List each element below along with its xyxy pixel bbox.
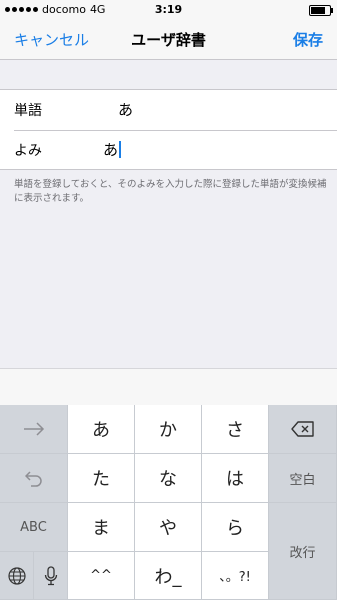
globe-key[interactable]	[0, 552, 34, 600]
kana-key-ka[interactable]: か	[135, 405, 202, 454]
punctuation-key[interactable]: 、。?!	[202, 552, 269, 600]
undo-key[interactable]	[0, 454, 68, 503]
undo-icon	[24, 469, 43, 487]
space-key[interactable]: 空白	[269, 454, 337, 503]
help-text: 単語を登録しておくと、そのよみを入力した際に登録した単語が変換候補に表示されます…	[14, 179, 327, 204]
kana-key-ma[interactable]: ま	[68, 503, 135, 552]
kana-key-wa[interactable]: わ_	[135, 552, 202, 600]
abc-mode-key[interactable]: ABC	[0, 503, 68, 552]
reading-row[interactable]: よみ あ	[0, 130, 337, 170]
page-title: ユーザ辞書	[131, 31, 206, 49]
globe-icon	[7, 566, 26, 585]
dictionary-entry-form: 単語 あ よみ あ	[0, 89, 337, 170]
keyboard-accessory-bar	[0, 368, 337, 405]
save-button[interactable]: 保存	[293, 29, 323, 50]
reading-field-value: あ	[103, 141, 119, 159]
kana-key-ha[interactable]: は	[202, 454, 269, 503]
next-candidate-key[interactable]	[0, 405, 68, 454]
kaomoji-key[interactable]: ^^	[68, 552, 135, 600]
reading-label: よみ	[14, 143, 42, 159]
delete-key[interactable]	[269, 405, 337, 454]
dictation-key[interactable]	[34, 552, 68, 600]
kana-key-a[interactable]: あ	[68, 405, 135, 454]
microphone-icon	[44, 565, 58, 586]
kana-key-ya[interactable]: や	[135, 503, 202, 552]
return-key[interactable]: 改行	[269, 503, 337, 600]
word-field[interactable]: あ	[118, 99, 133, 120]
status-time: 3:19	[154, 3, 183, 16]
navigation-bar: キャンセル ユーザ辞書 保存	[0, 20, 337, 60]
status-bar: docomo 4G 3:19	[0, 0, 337, 20]
word-row[interactable]: 単語 あ	[0, 90, 337, 130]
japanese-kana-keyboard: あ か さ た な は 空白 ABC ま や ら 改行 ^^ わ_ 、。?!	[0, 405, 337, 600]
kana-key-na[interactable]: な	[135, 454, 202, 503]
delete-backspace-icon	[290, 421, 315, 437]
kana-key-ta[interactable]: た	[68, 454, 135, 503]
battery-icon	[309, 5, 333, 16]
kana-key-sa[interactable]: さ	[202, 405, 269, 454]
arrow-right-icon	[23, 422, 45, 436]
text-cursor	[119, 141, 122, 158]
reading-field[interactable]: あ	[103, 139, 122, 160]
word-label: 単語	[14, 103, 42, 119]
kana-key-ra[interactable]: ら	[202, 503, 269, 552]
